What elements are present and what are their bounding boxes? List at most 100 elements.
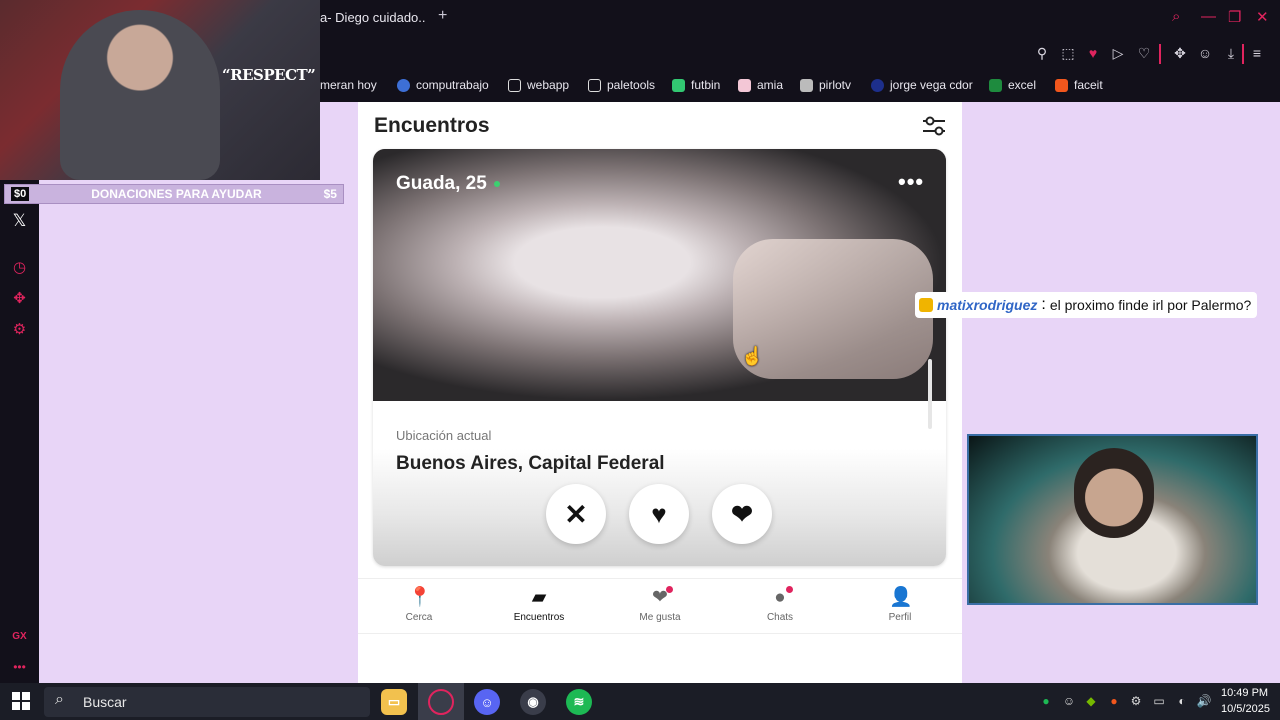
download-icon[interactable]: ⤓ (1222, 45, 1240, 62)
play-icon[interactable]: ▷ (1109, 45, 1127, 62)
snapshot-icon[interactable]: ⬚ (1059, 45, 1077, 62)
cards-icon: ▰ (531, 587, 547, 608)
more-icon[interactable]: ••• (0, 660, 39, 674)
app-tray-icon[interactable]: ● (1106, 694, 1122, 708)
bottom-navigation: 📍 Cerca ▰ Encuentros ❤ Me gusta ● Chats … (358, 578, 962, 634)
file-explorer-icon[interactable]: ▭ (381, 689, 407, 715)
notification-dot (786, 586, 793, 593)
bookmark-item[interactable]: pirlotv (800, 78, 851, 92)
extensions-sidebar-icon[interactable]: ✥ (0, 289, 39, 307)
heart-arrow-icon: ♥ (651, 498, 667, 529)
obs-icon[interactable]: ◉ (520, 689, 546, 715)
more-options-button[interactable]: ••• (898, 169, 924, 195)
gx-icon[interactable]: GX (0, 631, 39, 642)
bookmark-label: excel (1008, 78, 1037, 92)
superlike-button[interactable]: ♥ (629, 484, 689, 544)
bookmark-item[interactable]: jorge vega cdor (871, 78, 973, 92)
nav-item-me-gusta[interactable]: ❤ Me gusta (605, 586, 715, 623)
profile-name-age: Guada, 25 (396, 173, 500, 195)
filters-icon[interactable] (920, 113, 948, 139)
bookmark-item[interactable]: amia (738, 78, 783, 92)
nav-label: Chats (766, 612, 794, 623)
x-twitter-icon[interactable]: 𝕏 (0, 211, 39, 231)
page-icon (588, 78, 601, 92)
excel-icon (989, 78, 1002, 92)
bookmark-item[interactable]: computrabajo (397, 78, 489, 92)
nvidia-tray-icon[interactable]: ◆ (1083, 694, 1099, 708)
restore-button[interactable]: ❐ (1228, 8, 1241, 26)
nav-item-encuentros[interactable]: ▰ Encuentros (484, 587, 594, 623)
settings-icon[interactable]: ⚙ (0, 320, 39, 338)
windows-start-icon[interactable] (12, 692, 30, 710)
bookmark-item[interactable]: faceit (1055, 78, 1103, 92)
bookmark-item[interactable]: webapp (508, 78, 569, 92)
dislike-button[interactable]: ✕ (546, 484, 606, 544)
nav-item-cerca[interactable]: 📍 Cerca (364, 587, 474, 623)
bookmark-label: webapp (527, 78, 570, 92)
nav-label: Me gusta (639, 612, 681, 623)
pocket-icon[interactable]: ♥ (1084, 45, 1102, 61)
donation-goal-bar: $0 DONACIONES PARA AYUDAR $5 (4, 184, 344, 204)
close-icon: ✕ (564, 498, 588, 530)
toolbar-separator (1242, 44, 1244, 64)
profile-card[interactable]: Guada, 25 ••• Ubicación actual Buenos Ai… (373, 149, 946, 566)
donation-current-amount: $0 (11, 187, 30, 201)
steam-tray-icon[interactable]: ⚙ (1128, 694, 1144, 708)
donation-title: DONACIONES PARA AYUDAR (91, 187, 262, 201)
jorge-icon (871, 78, 884, 92)
bookmark-item[interactable]: futbin (672, 78, 720, 92)
spotify-tray-icon[interactable]: ● (1038, 694, 1054, 708)
bookmark-label: paletools (607, 78, 656, 92)
pirlotv-icon (800, 78, 813, 92)
online-status-dot (493, 181, 500, 187)
chat-glyph: ● (774, 587, 786, 608)
extensions-icon[interactable]: ✥ (1171, 45, 1189, 62)
discord-icon[interactable]: ☺ (474, 689, 500, 715)
close-button[interactable]: ✕ (1256, 8, 1269, 26)
clock-date[interactable]: 10/5/2025 (1221, 703, 1270, 715)
new-tab-button[interactable]: + (438, 7, 447, 25)
nav-item-chats[interactable]: ● Chats (725, 586, 835, 623)
account-icon[interactable]: ☺ (1196, 45, 1214, 61)
spotify-icon[interactable]: ≋ (566, 689, 592, 715)
respect-caption: “RESPECT” (222, 66, 316, 84)
bookmark-label: jorge vega cdor (890, 78, 973, 92)
futbin-icon (672, 78, 685, 92)
discord-tray-icon[interactable]: ☺ (1061, 694, 1077, 708)
mouse-cursor-icon: ☝ (741, 346, 764, 366)
bookmark-item[interactable]: meran hoy (320, 78, 377, 92)
pin-icon[interactable]: ⚲ (1033, 45, 1051, 62)
like-button[interactable]: ❤ (712, 484, 772, 544)
nav-item-perfil[interactable]: 👤 Perfil (845, 587, 955, 623)
browser-tab-title[interactable]: a- Diego cuidado.. (320, 10, 426, 25)
bookmark-label: pirlotv (819, 78, 852, 92)
bookmark-label: meran hoy (320, 78, 377, 92)
bookmark-item[interactable]: paletools (588, 78, 655, 92)
browser-search-icon[interactable]: ⌕ (1172, 8, 1180, 25)
toolbar-separator (1159, 44, 1161, 64)
stream-chat-message: matixrodriguez : el proximo finde irl po… (915, 292, 1258, 318)
network-icon[interactable]: ▭ (1151, 694, 1167, 708)
volume-mixer-icon[interactable]: ◐ (1174, 694, 1190, 708)
chat-username: matixrodriguez (937, 297, 1038, 313)
clock-time[interactable]: 10:49 PM (1221, 687, 1268, 699)
history-icon[interactable]: ◷ (0, 258, 39, 276)
profile-icon: 👤 (889, 587, 913, 608)
minimize-button[interactable]: — (1201, 8, 1216, 25)
opera-gx-icon[interactable] (428, 689, 454, 715)
location-value: Buenos Aires, Capital Federal (396, 453, 665, 474)
likes-icon: ❤ (649, 586, 673, 609)
faceit-icon (1055, 78, 1068, 92)
heart-icon[interactable]: ♡ (1135, 45, 1153, 62)
profile-name-text: Guada, 25 (396, 173, 487, 194)
notification-dot (666, 586, 673, 593)
nav-label: Cerca (405, 612, 433, 623)
bookmark-item[interactable]: excel (989, 78, 1036, 92)
chat-badge-icon (919, 298, 933, 312)
search-icon: ⌕ (55, 691, 64, 708)
menu-icon[interactable]: ≡ (1248, 45, 1266, 61)
overlay-person (60, 10, 220, 180)
card-scrollbar[interactable] (928, 359, 932, 429)
streamer-facecam (967, 434, 1258, 605)
speaker-icon[interactable]: 🔊 (1196, 694, 1212, 708)
